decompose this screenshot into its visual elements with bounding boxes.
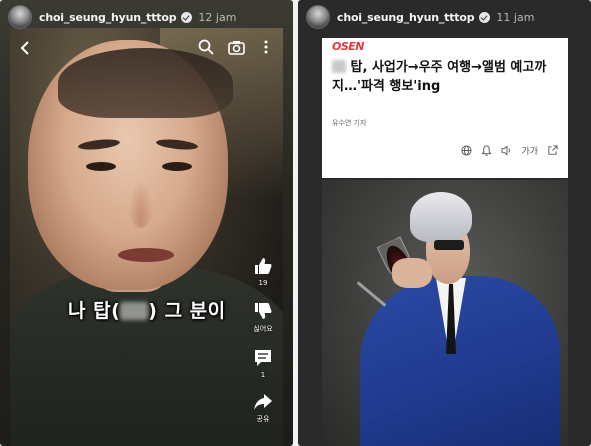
left-eye	[86, 162, 116, 171]
bell-icon	[481, 145, 493, 156]
video-frame	[10, 28, 283, 446]
story-right[interactable]: choi_seung_hyun_tttop 11 jam OSEN 탑, 사업가…	[298, 0, 591, 446]
bell-button[interactable]	[481, 145, 493, 156]
story-header: choi_seung_hyun_tttop 11 jam	[298, 0, 591, 34]
stories-screen: choi_seung_hyun_tttop 12 jam 나 탑() 그 분이…	[0, 0, 591, 446]
video-actions: 19 싫어요 1 공유	[246, 256, 280, 438]
video-subtitle: 나 탑( ) 그 분이	[68, 296, 226, 323]
nose	[128, 180, 154, 228]
censored-text	[332, 60, 346, 73]
camera-icon	[227, 40, 245, 55]
timestamp: 11 jam	[496, 10, 535, 24]
person-face	[28, 40, 233, 290]
video-top-controls	[197, 38, 275, 56]
search-button[interactable]	[197, 38, 215, 56]
news-brand-logo: OSEN	[332, 40, 365, 53]
like-count: 19	[258, 279, 268, 287]
share-icon	[254, 394, 272, 410]
censored-text	[120, 302, 149, 320]
username[interactable]: choi_seung_hyun_tttop	[39, 11, 177, 24]
photo-hand	[392, 258, 432, 288]
article-headline: 탑, 사업가→우주 여행→앨범 예고까지…'파격 행보'ing	[332, 58, 562, 96]
subtitle-text-start: 나 탑(	[68, 300, 121, 322]
photo-glass-stem	[356, 281, 387, 307]
reporter-name: 유수연 기자	[332, 119, 367, 127]
globe-icon	[461, 145, 472, 156]
share-button[interactable]: 공유	[253, 393, 273, 424]
timestamp: 12 jam	[198, 10, 237, 24]
globe-button[interactable]	[461, 145, 472, 156]
right-eye	[162, 162, 192, 171]
search-icon	[198, 39, 214, 55]
like-button[interactable]: 19	[253, 256, 273, 287]
news-article-card[interactable]: OSEN 탑, 사업가→우주 여행→앨범 예고까지…'파격 행보'ing 유수연…	[322, 38, 568, 178]
dislike-label: 싫어요	[253, 325, 273, 333]
verified-badge-icon	[479, 11, 491, 23]
headline-text: 탑, 사업가→우주 여행→앨범 예고까지…'파격 행보'ing	[332, 60, 547, 94]
username[interactable]: choi_seung_hyun_tttop	[337, 11, 475, 24]
back-button[interactable]	[18, 40, 32, 60]
left-eyebrow	[77, 137, 121, 152]
verified-badge-icon	[181, 11, 193, 23]
right-eyebrow	[155, 137, 199, 152]
back-arrow-icon	[20, 41, 29, 55]
camera-button[interactable]	[227, 38, 245, 56]
share-article-button[interactable]	[547, 145, 558, 156]
share-label: 공유	[256, 415, 270, 423]
thumbs-up-icon	[255, 258, 272, 274]
article-photo	[322, 180, 568, 446]
photo-sunglasses	[434, 240, 464, 250]
more-button[interactable]	[257, 38, 275, 56]
avatar[interactable]	[306, 5, 330, 29]
subtitle-text-end: ) 그 분이	[148, 300, 226, 322]
avatar[interactable]	[8, 5, 32, 29]
article-toolbar: 가가	[461, 144, 558, 157]
font-size-button[interactable]: 가가	[521, 144, 538, 157]
person-shirt	[10, 266, 283, 446]
speaker-icon	[501, 145, 511, 156]
more-vertical-icon	[264, 40, 268, 54]
person-hair	[58, 48, 233, 118]
share-icon	[548, 145, 558, 155]
mouth	[118, 248, 174, 262]
thumbs-down-icon	[255, 303, 272, 319]
speaker-button[interactable]	[501, 145, 512, 156]
photo-hair	[410, 192, 472, 242]
story-left[interactable]: choi_seung_hyun_tttop 12 jam 나 탑() 그 분이…	[0, 0, 293, 446]
comment-count: 1	[260, 371, 266, 379]
dislike-button[interactable]: 싫어요	[253, 301, 273, 334]
story-header: choi_seung_hyun_tttop 12 jam	[0, 0, 293, 34]
comment-icon	[255, 350, 271, 366]
comment-button[interactable]: 1	[253, 348, 273, 379]
